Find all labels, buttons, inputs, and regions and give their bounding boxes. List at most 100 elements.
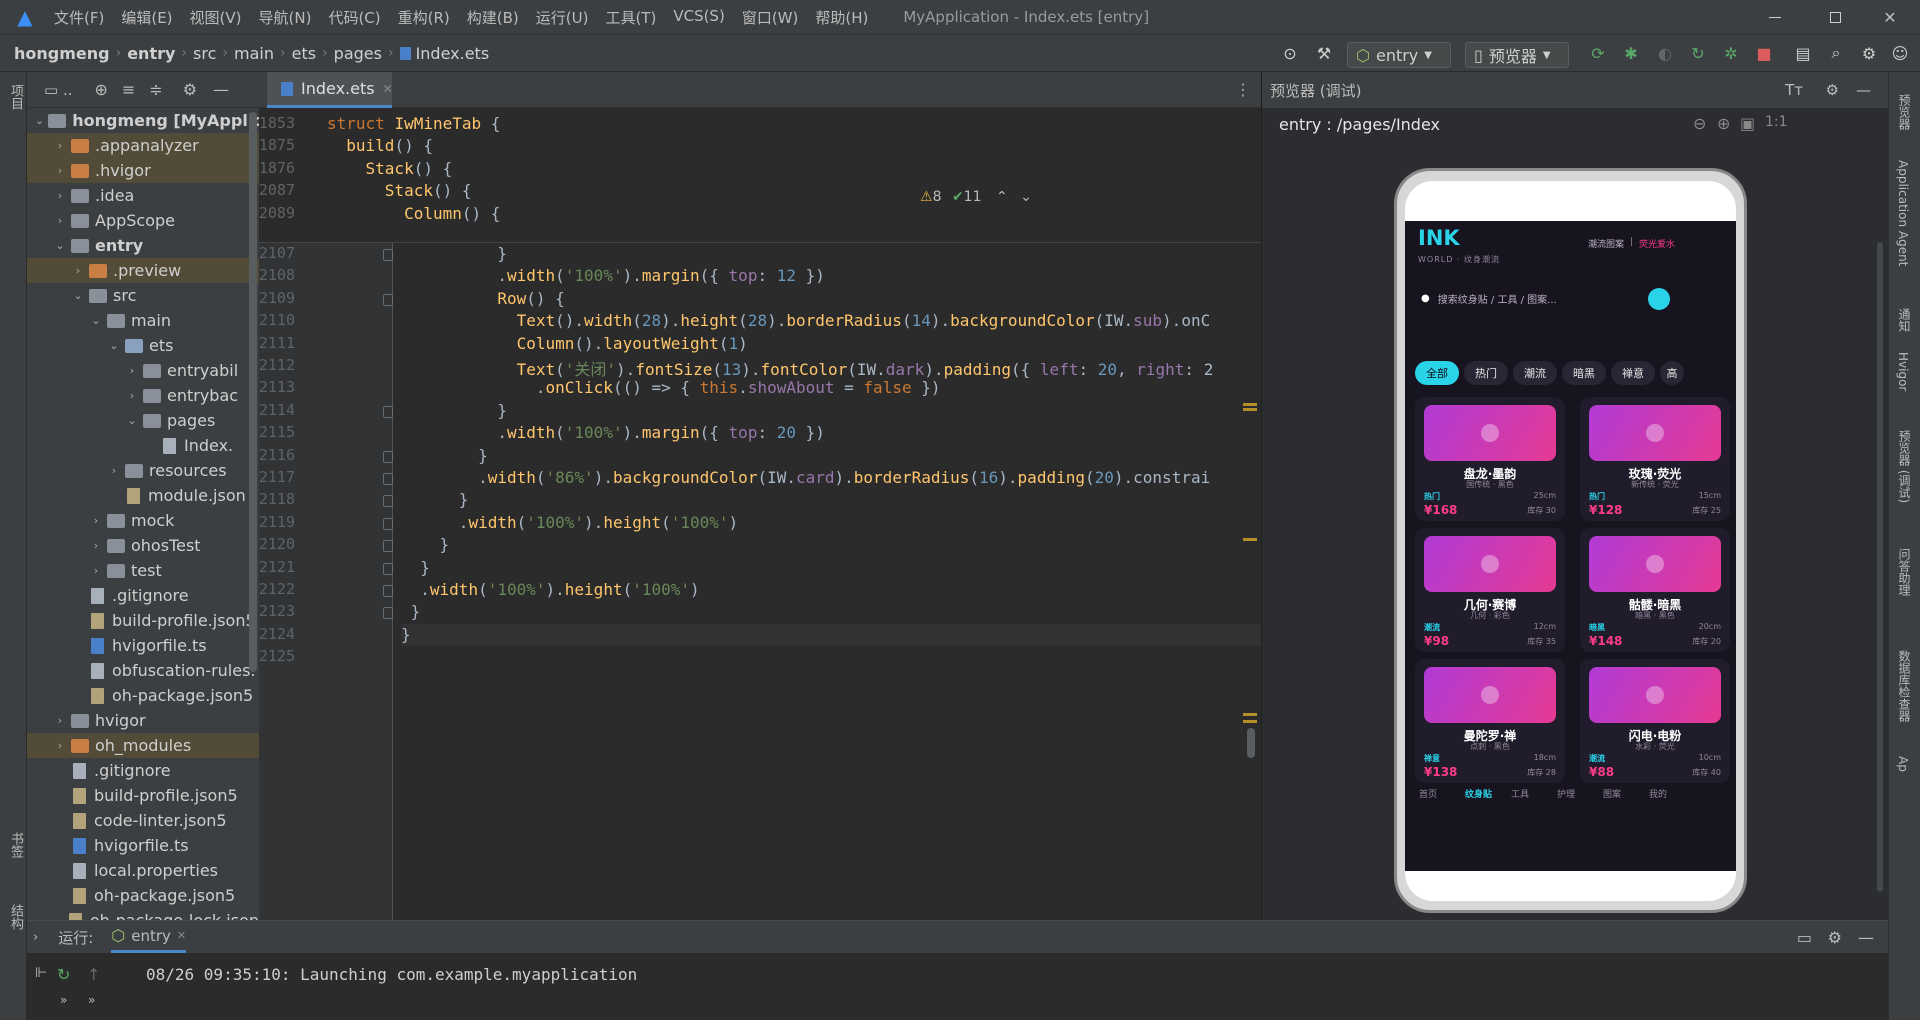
fold-icon[interactable] <box>383 405 393 418</box>
more-icon[interactable]: » <box>88 993 95 1007</box>
tree-item[interactable]: hvigorfile.ts <box>27 633 259 658</box>
tree-item[interactable]: ⌄ main <box>27 308 259 333</box>
run-icon[interactable]: ⟳ <box>1588 43 1608 63</box>
tree-item[interactable]: › hvigor <box>27 708 259 733</box>
tree-item[interactable]: obfuscation-rules. <box>27 658 259 683</box>
bottom-nav-item[interactable]: 我的 <box>1649 787 1667 800</box>
tree-item[interactable]: code-linter.json5 <box>27 808 259 833</box>
bottom-nav-item[interactable]: 纹身贴 <box>1465 787 1492 800</box>
fit-screen-icon[interactable]: ▣ <box>1740 114 1755 133</box>
fold-icon[interactable] <box>383 540 393 553</box>
right-tool-tab[interactable]: 预览器 (调试) <box>1896 430 1913 503</box>
right-tool-tab[interactable]: Application Agent <box>1896 160 1910 266</box>
gear-icon[interactable]: ⚙ <box>1828 928 1842 947</box>
category-chip[interactable]: 热门 <box>1464 361 1508 385</box>
gear-icon[interactable]: ⚙ <box>1826 81 1839 99</box>
error-stripe-marker[interactable] <box>1243 408 1257 411</box>
product-card[interactable]: 骷髅·暗黑 暗黑 · 黑色 暗黑 20cm ¥148 库存 20 <box>1580 528 1730 652</box>
right-tool-tab[interactable]: 数据库检查器 <box>1896 650 1913 722</box>
category-chip[interactable]: 高 <box>1660 361 1684 385</box>
hide-icon[interactable]: — <box>1856 81 1871 99</box>
fold-icon[interactable] <box>383 517 393 530</box>
debug-icon[interactable]: ✱ <box>1621 43 1641 63</box>
more-icon[interactable]: » <box>60 993 67 1007</box>
hide-icon[interactable]: — <box>1858 928 1874 947</box>
sticky-code-line[interactable]: build() { <box>327 136 433 155</box>
menu-item[interactable]: 工具(T) <box>605 7 656 28</box>
tree-item[interactable]: ⌄ src <box>27 283 259 308</box>
locate-icon[interactable]: ⊕ <box>94 80 107 99</box>
bookmarks-tool-tab[interactable]: 书签 <box>6 832 25 858</box>
tree-item[interactable]: › .appanalyzer <box>27 133 259 158</box>
pin-icon[interactable]: ⊩ <box>35 965 47 981</box>
fold-icon[interactable] <box>383 562 393 575</box>
account-icon[interactable]: ☺ <box>1890 43 1910 63</box>
tree-item[interactable]: › AppScope <box>27 208 259 233</box>
run-tab-entry[interactable]: ⬡ entry ✕ <box>111 921 187 953</box>
close-tab-icon[interactable]: ✕ <box>177 929 186 942</box>
target-icon[interactable]: ⊙ <box>1280 43 1300 63</box>
tree-item[interactable]: oh-package-lock.json <box>27 908 259 920</box>
gear-icon[interactable]: ⚙ <box>1859 43 1879 63</box>
project-tool-tab[interactable]: 项目 <box>6 84 25 110</box>
search-icon[interactable]: ⌕ <box>1826 43 1846 63</box>
layout-icon[interactable]: ▭ <box>1797 928 1812 947</box>
tree-item[interactable]: › entryabil <box>27 358 259 383</box>
actual-size-icon[interactable]: 1:1 <box>1765 114 1788 130</box>
error-stripe-marker[interactable] <box>1243 720 1257 723</box>
expand-all-icon[interactable]: ≡ <box>122 80 135 99</box>
tree-item[interactable]: › ohosTest <box>27 533 259 558</box>
breadcrumb-item[interactable]: src <box>193 44 216 63</box>
error-stripe-marker[interactable] <box>1243 403 1257 406</box>
category-chip[interactable]: 潮流 <box>1513 361 1557 385</box>
folder-icon[interactable]: ▤ <box>1793 43 1813 63</box>
menu-item[interactable]: 构建(B) <box>467 7 519 28</box>
search-input[interactable]: 搜索纹身贴 / 工具 / 图案... <box>1438 291 1557 306</box>
tree-item[interactable]: ⌄ entry <box>27 233 259 258</box>
breadcrumb-item[interactable]: Index.ets <box>416 44 490 63</box>
header-link-glow[interactable]: 荧光爱水 <box>1639 237 1675 250</box>
zoom-in-icon[interactable]: ⊕ <box>1717 114 1730 133</box>
product-card[interactable]: 玫瑰·荧光 新传统 · 荧光 热门 15cm ¥128 库存 25 <box>1580 397 1730 521</box>
fold-icon[interactable] <box>383 450 393 463</box>
product-card[interactable]: 闪电·电粉 水彩 · 荧光 潮流 10cm ¥88 库存 40 <box>1580 659 1730 783</box>
right-tool-tab[interactable]: 预览器 <box>1896 94 1913 130</box>
attach-icon[interactable]: ◐ <box>1655 43 1675 63</box>
editor-scrollbar[interactable] <box>1247 728 1255 758</box>
sticky-code-line[interactable]: struct IwMineTab { <box>327 114 500 133</box>
run-config-select[interactable]: ⬡ entry ▼ <box>1347 42 1451 68</box>
bottom-nav-item[interactable]: 工具 <box>1511 787 1529 800</box>
sticky-code-line[interactable]: Stack() { <box>327 159 453 178</box>
tree-item[interactable]: ⌄ hongmeng [MyApplicati <box>27 108 259 133</box>
search-bar[interactable]: ● 搜索纹身贴 / 工具 / 图案... <box>1415 283 1665 313</box>
tree-item[interactable]: oh-package.json5 <box>27 883 259 908</box>
bottom-nav-item[interactable]: 护理 <box>1557 787 1575 800</box>
error-stripe-marker[interactable] <box>1243 538 1257 541</box>
search-action-button[interactable] <box>1648 288 1670 310</box>
sticky-code-line[interactable]: Column() { <box>327 204 500 223</box>
right-tool-tab[interactable]: 通知 <box>1896 308 1913 332</box>
tree-item[interactable]: › .preview <box>27 258 259 283</box>
inspection-widget[interactable]: ⚠8 ✔11 ⌃ ⌄ <box>920 189 1032 205</box>
fold-icon[interactable] <box>383 249 393 261</box>
preview-scrollbar[interactable] <box>1877 242 1883 892</box>
tree-item[interactable]: › oh_modules <box>27 733 259 758</box>
menu-item[interactable]: 重构(R) <box>398 7 450 28</box>
restore-button[interactable] <box>1805 0 1865 34</box>
category-chip[interactable]: 禅意 <box>1611 361 1655 385</box>
fold-icon[interactable] <box>383 293 393 306</box>
category-chip[interactable]: 暗黑 <box>1562 361 1606 385</box>
breadcrumb-item[interactable]: entry <box>127 44 175 63</box>
sticky-code-line[interactable]: Stack() { <box>327 181 472 200</box>
bottom-nav-item[interactable]: 首页 <box>1419 787 1437 800</box>
tree-item[interactable]: Index. <box>27 433 259 458</box>
scroll-up-icon[interactable]: ↑ <box>87 965 100 984</box>
right-tool-tab[interactable]: Hvigor <box>1896 352 1910 391</box>
tree-item[interactable]: module.json <box>27 483 259 508</box>
right-tool-tab[interactable]: 问答助理 <box>1896 548 1913 596</box>
device-select[interactable]: ▯ 预览器 ▼ <box>1465 42 1569 68</box>
tree-item[interactable]: oh-package.json5 <box>27 683 259 708</box>
fold-icon[interactable] <box>383 607 393 620</box>
product-card[interactable]: 盘龙·墨韵 国传统 · 黑色 热门 25cm ¥168 库存 30 <box>1415 397 1565 521</box>
tree-item[interactable]: › .hvigor <box>27 158 259 183</box>
